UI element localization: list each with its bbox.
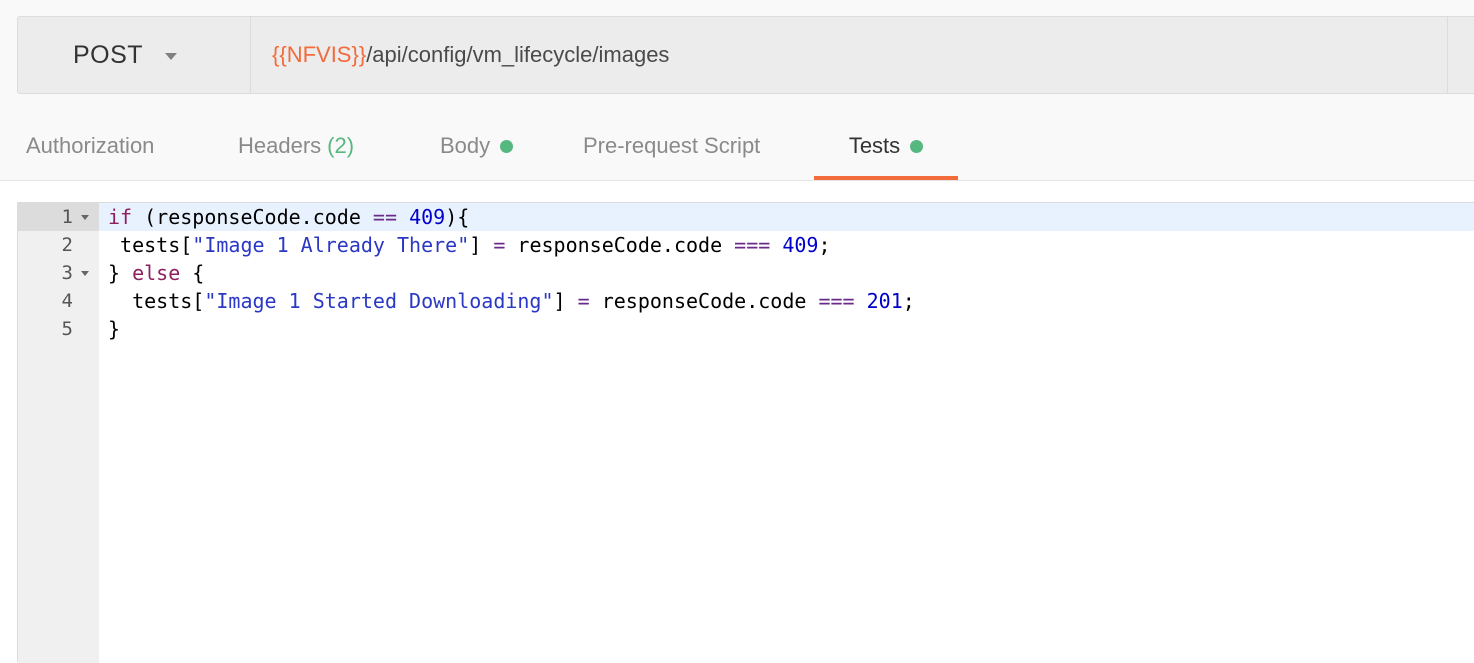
- method-divider: [250, 17, 251, 93]
- code-line[interactable]: 3 } else {: [18, 259, 1474, 287]
- tab-body[interactable]: Body: [440, 112, 514, 180]
- code-text: } else {: [108, 261, 205, 285]
- code-editor[interactable]: 1 if (responseCode.code == 409){ 2 tests…: [17, 202, 1474, 663]
- code-line[interactable]: 4 tests["Image 1 Started Downloading"] =…: [18, 287, 1474, 315]
- url-variable: {{NFVIS}}: [272, 42, 367, 67]
- url-path: /api/config/vm_lifecycle/images: [366, 42, 670, 67]
- method-label: POST: [73, 40, 144, 69]
- tab-label: Pre-request Script: [583, 133, 761, 158]
- line-number-cell: 4: [18, 287, 99, 315]
- tab-label: Headers: [238, 133, 322, 158]
- line-number-cell: 1: [18, 203, 99, 231]
- line-number: 3: [61, 262, 73, 284]
- line-number: 5: [61, 318, 73, 340]
- line-number: 4: [61, 290, 73, 312]
- line-number-cell: 2: [18, 231, 99, 259]
- headers-count-badge: (2): [327, 133, 355, 158]
- line-number: 2: [61, 234, 73, 256]
- code-line[interactable]: 2 tests["Image 1 Already There"] = respo…: [18, 231, 1474, 259]
- tests-indicator-dot: [910, 139, 924, 153]
- tab-pre-request-script[interactable]: Pre-request Script: [583, 112, 760, 180]
- request-tabs: Authorization Headers (2) Body Pre-reque…: [0, 112, 1474, 180]
- url-divider: [1447, 17, 1448, 93]
- code-line[interactable]: 5 }: [18, 315, 1474, 343]
- url-input[interactable]: {{NFVIS}}/api/config/vm_lifecycle/images: [272, 17, 669, 93]
- method-dropdown[interactable]: POST: [18, 17, 250, 93]
- fold-arrow-icon[interactable]: [81, 215, 89, 220]
- code-text: tests["Image 1 Started Downloading"] = r…: [108, 289, 915, 313]
- tab-label: Body: [440, 133, 491, 158]
- code-line[interactable]: 1 if (responseCode.code == 409){: [18, 203, 1474, 231]
- tab-tests[interactable]: Tests: [814, 112, 958, 180]
- code-text: }: [108, 317, 121, 341]
- tabs-divider: [0, 180, 1474, 181]
- tab-headers[interactable]: Headers (2): [238, 112, 354, 180]
- code-text: if (responseCode.code == 409){: [108, 205, 470, 229]
- tab-label: Authorization: [26, 133, 155, 158]
- request-bar: POST {{NFVIS}}/api/config/vm_lifecycle/i…: [17, 16, 1474, 94]
- tab-authorization[interactable]: Authorization: [26, 112, 154, 180]
- fold-arrow-icon[interactable]: [81, 271, 89, 276]
- line-number-cell: 3: [18, 259, 99, 287]
- chevron-down-icon: [165, 53, 178, 60]
- tab-label: Tests: [848, 133, 901, 158]
- body-indicator-dot: [500, 139, 514, 153]
- code-text: tests["Image 1 Already There"] = respons…: [108, 233, 831, 257]
- line-number-cell: 5: [18, 315, 99, 343]
- line-number: 1: [61, 206, 73, 228]
